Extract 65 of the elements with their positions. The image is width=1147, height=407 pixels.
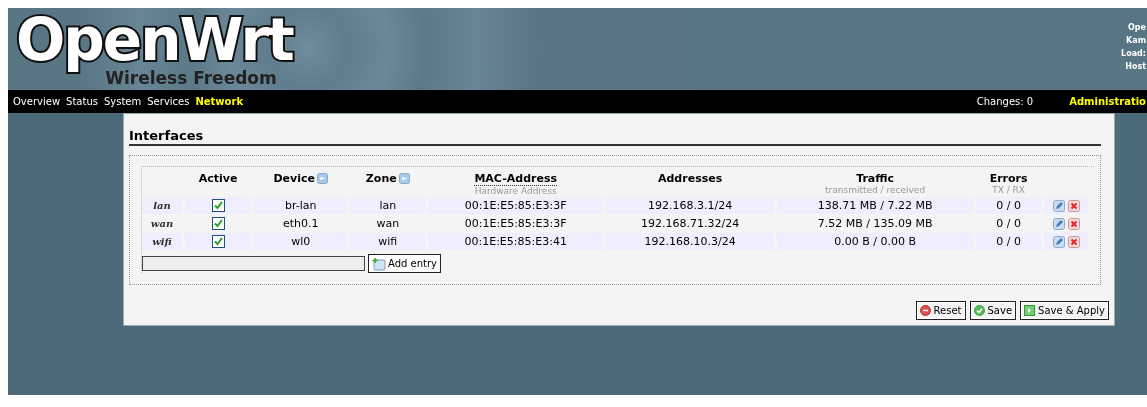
table-cell-text: wan <box>375 216 401 232</box>
stop-icon <box>919 305 931 316</box>
table-cell: 0 / 0 <box>976 197 1041 214</box>
table-cell-text: eth0.1 <box>281 216 320 232</box>
logo-title: OpenWrt <box>15 9 295 71</box>
table-cell: 00:1E:E5:85:E3:3F <box>428 197 604 214</box>
system-info-text: Kam <box>1126 35 1146 47</box>
name-input-field[interactable] <box>142 256 365 271</box>
table-cell: 0 / 0 <box>976 233 1041 250</box>
sort-icon[interactable] <box>398 173 410 184</box>
table-cell: 00:1E:E5:85:E3:41 <box>428 233 604 250</box>
delete-icon[interactable] <box>1067 235 1080 248</box>
column-header: Addresses <box>658 172 723 185</box>
edit-icon[interactable] <box>1052 235 1065 248</box>
system-info-text: Load: <box>1121 48 1146 60</box>
column-header: MAC-Address <box>474 172 557 186</box>
nav-link[interactable]: Network <box>195 96 244 107</box>
edit-icon[interactable] <box>1052 217 1065 230</box>
table-cell-text: 0 / 0 <box>995 216 1022 232</box>
nav-link[interactable]: Services <box>147 96 190 107</box>
delete-icon[interactable] <box>1067 199 1080 212</box>
column-header: Device <box>273 172 315 185</box>
nav-link[interactable]: Overview <box>13 96 61 107</box>
interface-name: wan <box>149 217 175 231</box>
checkbox[interactable] <box>211 235 225 249</box>
column-hint: transmitted / received <box>824 185 927 195</box>
interface-name: lan <box>142 197 182 214</box>
apply-button[interactable]: Save & Apply <box>1020 301 1109 320</box>
add-entry-button[interactable]: Add entry <box>368 254 441 273</box>
column-header: Traffic <box>856 172 895 185</box>
table-cell: 192.168.3.1/24 <box>606 197 775 214</box>
nav-link[interactable]: System <box>103 96 142 107</box>
interface-name: wifi <box>142 233 182 250</box>
system-info-text: Host <box>1125 61 1146 73</box>
checkbox[interactable] <box>211 217 225 231</box>
sort-icon[interactable] <box>317 173 328 184</box>
changes-counter[interactable]: Changes: 0 <box>976 96 1034 107</box>
edit-icon[interactable] <box>1052 199 1065 212</box>
nav-link[interactable]: Status <box>66 96 98 107</box>
column-header: Errors <box>989 172 1028 185</box>
table-cell-text: 192.168.71.32/24 <box>640 216 741 232</box>
logo-subtitle: Wireless Freedom <box>105 69 277 88</box>
table-cell: wifi <box>350 233 426 250</box>
reset-button[interactable]: Reset <box>915 301 966 320</box>
nav-link[interactable]: Administratio <box>1069 96 1146 107</box>
add-icon <box>372 256 386 271</box>
table-cell: 138.71 MB / 7.22 MB <box>777 197 974 214</box>
section-title: Interfaces <box>129 128 1101 146</box>
column-hint: Hardware Address <box>473 186 558 196</box>
apply-icon <box>1024 305 1036 316</box>
checkbox[interactable] <box>211 199 225 213</box>
column-hint: TX / RX <box>991 185 1026 195</box>
table-cell: 0.00 B / 0.00 B <box>777 233 974 250</box>
system-info-text: Ope <box>1128 22 1146 34</box>
table-cell: br-lan <box>254 197 348 214</box>
table-cell: 192.168.10.3/24 <box>606 233 775 250</box>
table-cell: lan <box>350 197 426 214</box>
check-icon <box>973 305 985 316</box>
column-header: Active <box>198 172 238 185</box>
delete-icon[interactable] <box>1067 217 1080 230</box>
table-cell-text: 7.52 MB / 135.09 MB <box>816 216 934 232</box>
save-button[interactable]: Save <box>969 301 1017 320</box>
column-header: Zone <box>365 172 397 185</box>
table-cell: wl0 <box>254 233 348 250</box>
table-cell-text: 00:1E:E5:85:E3:3F <box>463 216 568 232</box>
